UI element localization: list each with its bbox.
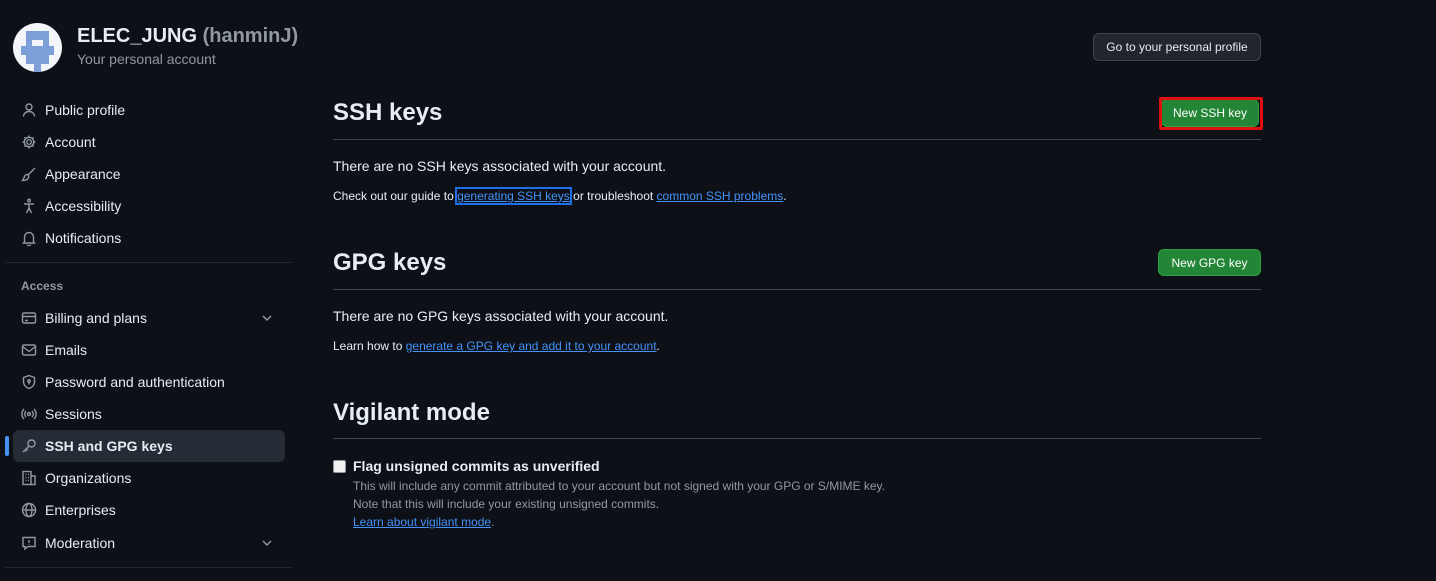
gpg-guide-hint: Learn how to generate a GPG key and add … <box>333 339 660 353</box>
key-icon <box>21 438 37 454</box>
new-gpg-key-button[interactable]: New GPG key <box>1158 249 1261 276</box>
person-icon <box>21 102 37 118</box>
gear-icon <box>21 134 37 150</box>
accessibility-icon <box>21 198 37 214</box>
sidebar-item-label: Enterprises <box>45 502 116 518</box>
sidebar-item-ssh-gpg-keys[interactable]: SSH and GPG keys <box>5 430 285 462</box>
learn-vigilant-mode-link[interactable]: Learn about vigilant mode <box>353 515 491 529</box>
sidebar-item-label: Accessibility <box>45 198 122 214</box>
organization-icon <box>21 470 37 486</box>
gpg-empty-message: There are no GPG keys associated with yo… <box>333 308 669 324</box>
gpg-section-divider <box>333 289 1261 290</box>
vigilant-section-divider <box>333 438 1261 439</box>
report-icon <box>21 535 37 551</box>
sidebar-item-organizations[interactable]: Organizations <box>13 462 285 494</box>
sidebar-item-enterprises[interactable]: Enterprises <box>13 494 285 526</box>
vigilant-mode-title: Vigilant mode <box>333 399 490 426</box>
vigilant-learn-line: Learn about vigilant mode. <box>353 515 494 529</box>
sidebar-item-label: Emails <box>45 342 88 358</box>
generating-ssh-keys-link[interactable]: generating SSH keys <box>455 187 572 205</box>
sidebar-item-label: Public profile <box>45 102 126 118</box>
sidebar-divider <box>5 262 293 263</box>
paintbrush-icon <box>21 166 37 182</box>
sidebar-item-label: Organizations <box>45 470 132 486</box>
hint-text: Check out our guide to <box>333 189 458 203</box>
sidebar-item-label: SSH and GPG keys <box>45 438 173 454</box>
account-subtitle: Your personal account <box>77 51 216 67</box>
credit-card-icon <box>21 310 37 326</box>
sidebar-item-password-authentication[interactable]: Password and authentication <box>13 366 285 398</box>
go-to-profile-button[interactable]: Go to your personal profile <box>1093 33 1261 61</box>
vigilant-note-line1: This will include any commit attributed … <box>353 479 886 493</box>
sidebar-item-label: Sessions <box>45 406 102 422</box>
sidebar-item-accessibility[interactable]: Accessibility <box>13 190 285 222</box>
common-ssh-problems-link[interactable]: common SSH problems <box>657 189 784 203</box>
sidebar-item-appearance[interactable]: Appearance <box>13 158 285 190</box>
sidebar-item-moderation[interactable]: Moderation <box>13 527 285 559</box>
bell-icon <box>21 230 37 246</box>
avatar[interactable] <box>13 23 62 72</box>
sidebar-item-label: Password and authentication <box>45 374 225 390</box>
globe-icon <box>21 502 37 518</box>
chevron-down-icon[interactable] <box>259 535 275 551</box>
sidebar-divider <box>5 567 293 568</box>
sidebar-item-emails[interactable]: Emails <box>13 334 285 366</box>
flag-unsigned-commits-checkbox[interactable] <box>333 460 346 473</box>
account-title: ELEC_JUNG (hanminJ) <box>77 25 298 48</box>
sidebar-item-billing[interactable]: Billing and plans <box>13 302 285 334</box>
sidebar-item-public-profile[interactable]: Public profile <box>13 94 285 126</box>
ssh-section-divider <box>333 139 1261 140</box>
new-ssh-key-button[interactable]: New SSH key <box>1161 99 1259 127</box>
broadcast-icon <box>21 406 37 422</box>
flag-unsigned-commits-label[interactable]: Flag unsigned commits as unverified <box>353 458 600 474</box>
sidebar-item-label: Moderation <box>45 535 116 551</box>
chevron-down-icon[interactable] <box>259 310 275 326</box>
ssh-guide-hint: Check out our guide to generating SSH ke… <box>333 187 787 205</box>
login-name: (hanminJ) <box>202 25 299 47</box>
vigilant-note-line2: Note that this will include your existin… <box>353 497 660 511</box>
hint-text: . <box>656 339 660 353</box>
shield-lock-icon <box>21 374 37 390</box>
sidebar-item-label: Appearance <box>45 166 121 182</box>
sidebar-item-label: Notifications <box>45 230 122 246</box>
gpg-keys-title: GPG keys <box>333 249 447 276</box>
generate-gpg-key-link[interactable]: generate a GPG key and add it to your ac… <box>406 339 657 353</box>
sidebar-item-label: Billing and plans <box>45 310 147 326</box>
mail-icon <box>21 342 37 358</box>
hint-text: or troubleshoot <box>569 189 657 203</box>
identicon-image <box>21 31 54 72</box>
ssh-keys-title: SSH keys <box>333 99 443 126</box>
sidebar-heading-access: Access <box>21 279 64 293</box>
sidebar-item-label: Account <box>45 134 96 150</box>
hint-text: Learn how to <box>333 339 406 353</box>
hint-text: . <box>783 189 787 203</box>
display-name[interactable]: ELEC_JUNG <box>77 25 197 47</box>
sidebar-item-account[interactable]: Account <box>13 126 285 158</box>
sidebar-item-sessions[interactable]: Sessions <box>13 398 285 430</box>
sidebar-item-notifications[interactable]: Notifications <box>13 222 285 254</box>
ssh-empty-message: There are no SSH keys associated with yo… <box>333 158 667 174</box>
hint-text: . <box>491 515 495 529</box>
